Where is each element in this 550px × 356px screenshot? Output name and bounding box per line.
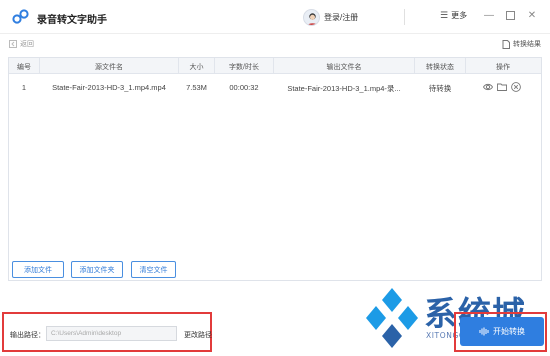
results-label: 转换结果 [513,41,541,48]
maximize-button[interactable] [503,8,517,22]
minimize-icon: — [484,9,494,21]
preview-eye-icon[interactable] [483,82,493,92]
row-source-name: State-Fair-2013-HD-3_1.mp4.mp4 [52,83,166,92]
app-title: 录音转文字助手 [37,15,107,26]
avatar[interactable] [303,9,320,26]
user-avatar-icon [307,13,318,25]
row-size: 7.53M [186,83,207,92]
column-header-source: 源文件名 [95,64,123,71]
divider [404,9,405,25]
login-link[interactable]: 登录/注册 [324,12,358,23]
column-header-size: 大小 [189,64,204,71]
table-row[interactable]: 1 State-Fair-2013-HD-3_1.mp4.mp4 7.53M 0… [9,74,541,100]
remove-circle-icon[interactable] [511,82,521,92]
start-conversion-button[interactable]: 开始转换 [460,317,544,346]
start-label: 开始转换 [493,327,525,336]
more-label: 更多 [451,11,468,20]
minimize-button[interactable]: — [482,8,496,22]
conversion-results-button[interactable]: 转换结果 [502,39,541,49]
add-folder-button[interactable]: 添加文件夹 [71,261,123,278]
back-button[interactable]: 返回 [9,39,34,49]
back-label: 返回 [20,41,34,48]
column-header-duration: 字数/时长 [229,64,259,71]
back-icon [9,40,17,48]
open-folder-icon[interactable] [497,82,507,92]
row-status: 待转换 [428,84,452,93]
row-index: 1 [21,83,27,92]
close-button[interactable]: ✕ [525,8,539,22]
menu-icon: ☰ [440,10,449,20]
table-header: 编号 源文件名 大小 字数/时长 输出文件名 转换状态 操作 [9,58,541,74]
app-logo-icon [12,9,29,24]
maximize-icon [505,10,515,20]
close-icon: ✕ [527,9,537,21]
add-file-button[interactable]: 添加文件 [12,261,64,278]
audio-wave-icon [479,327,489,336]
column-header-actions: 操作 [496,64,510,71]
document-icon [502,39,510,49]
column-header-output: 输出文件名 [326,64,362,71]
row-output-name: State-Fair-2013-HD-3_1.mp4-录... [287,84,401,93]
title-bar: 录音转文字助手 登录/注册 ☰ 更多 — ✕ [0,0,550,34]
column-header-index: 编号 [17,64,31,71]
more-menu-button[interactable]: ☰ 更多 [440,10,467,21]
output-path-field[interactable]: C:\Users\Admin\desktop [46,326,177,341]
column-header-status: 转换状态 [426,64,454,71]
clear-files-button[interactable]: 清空文件 [131,261,176,278]
output-path-label: 输出路径： [10,332,45,339]
file-table: 编号 源文件名 大小 字数/时长 输出文件名 转换状态 操作 1 State-F… [8,57,542,281]
change-path-link[interactable]: 更改路径 [184,330,212,340]
row-duration: 00:00:32 [229,83,259,92]
